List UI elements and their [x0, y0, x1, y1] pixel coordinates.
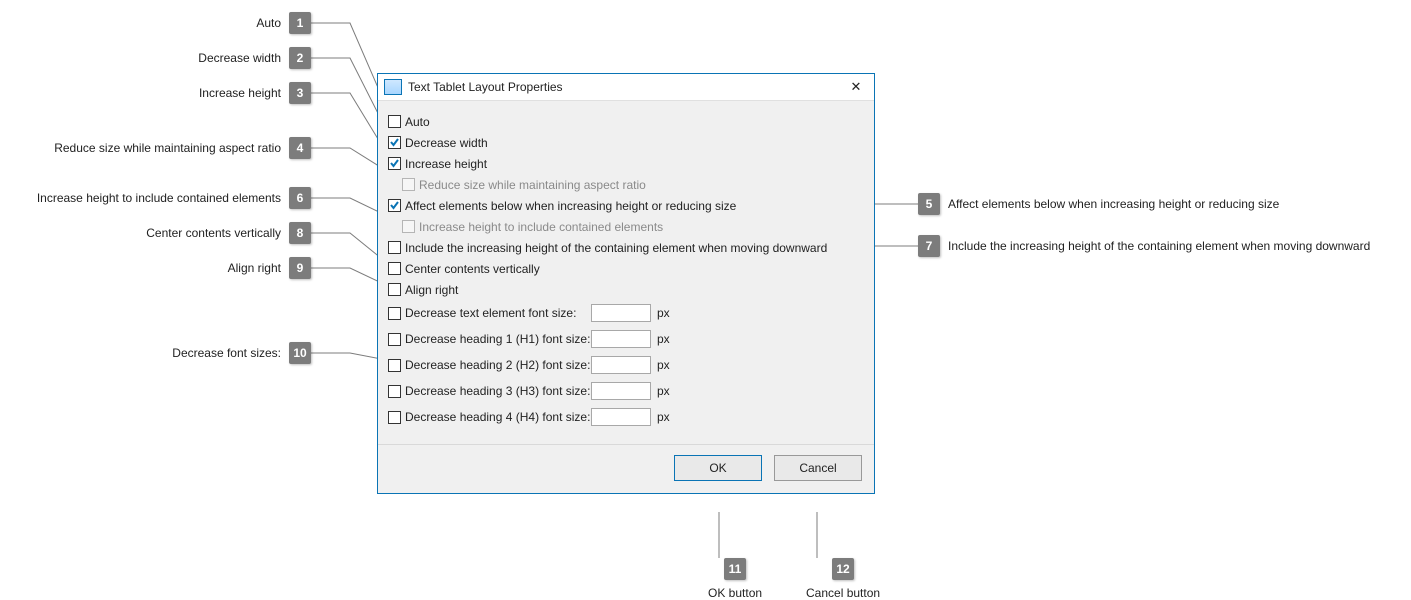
cancel-button[interactable]: Cancel — [774, 455, 862, 481]
option-reduce-aspect: Reduce size while maintaining aspect rat… — [388, 174, 864, 195]
callout-label: Center contents vertically — [146, 226, 281, 240]
close-icon[interactable]: ✕ — [844, 79, 868, 95]
callout-badge: 11 — [724, 558, 746, 580]
font-label: Decrease heading 4 (H4) font size: — [405, 410, 591, 424]
checkbox-icon[interactable] — [388, 241, 401, 254]
checkbox-icon[interactable] — [388, 307, 401, 320]
callout-11: 11 OK button — [708, 558, 762, 600]
font-size-input[interactable] — [591, 356, 651, 374]
option-label: Increase height — [405, 157, 487, 171]
unit-label: px — [657, 358, 670, 372]
option-label: Auto — [405, 115, 430, 129]
font-label: Decrease heading 3 (H3) font size: — [405, 384, 591, 398]
ok-button[interactable]: OK — [674, 455, 762, 481]
callout-label: Decrease width — [198, 51, 281, 65]
checkbox-icon[interactable] — [388, 283, 401, 296]
unit-label: px — [657, 332, 670, 346]
callout-label: OK button — [708, 586, 762, 600]
callout-10: Decrease font sizes: 10 — [172, 342, 311, 364]
font-label: Decrease heading 1 (H1) font size: — [405, 332, 591, 346]
callout-7: 7 Include the increasing height of the c… — [918, 235, 1370, 257]
option-affect-below[interactable]: Affect elements below when increasing he… — [388, 195, 864, 216]
callout-label: Cancel button — [806, 586, 880, 600]
option-decrease-width[interactable]: Decrease width — [388, 132, 864, 153]
option-increase-height[interactable]: Increase height — [388, 153, 864, 174]
callout-5: 5 Affect elements below when increasing … — [918, 193, 1279, 215]
option-label: Decrease width — [405, 136, 488, 150]
callout-badge: 10 — [289, 342, 311, 364]
option-label: Increase height to include contained ele… — [419, 220, 663, 234]
option-auto[interactable]: Auto — [388, 111, 864, 132]
checkbox-icon[interactable] — [388, 115, 401, 128]
app-icon — [384, 79, 402, 95]
callout-2: Decrease width 2 — [198, 47, 311, 69]
callout-badge: 8 — [289, 222, 311, 244]
callout-8: Center contents vertically 8 — [146, 222, 311, 244]
callout-badge: 5 — [918, 193, 940, 215]
checkbox-icon[interactable] — [388, 333, 401, 346]
font-size-input[interactable] — [591, 382, 651, 400]
title-bar[interactable]: Text Tablet Layout Properties ✕ — [378, 74, 874, 101]
checkbox-icon[interactable] — [388, 411, 401, 424]
callout-label: Decrease font sizes: — [172, 346, 281, 360]
option-center-vertically[interactable]: Center contents vertically — [388, 258, 864, 279]
dialog-window: Text Tablet Layout Properties ✕ Auto Dec… — [377, 73, 875, 494]
checkbox-icon — [402, 220, 415, 233]
font-label: Decrease heading 2 (H2) font size: — [405, 358, 591, 372]
checkbox-icon[interactable] — [388, 262, 401, 275]
callout-badge: 4 — [289, 137, 311, 159]
callout-label: Affect elements below when increasing he… — [948, 197, 1279, 211]
callout-badge: 7 — [918, 235, 940, 257]
callout-12: 12 Cancel button — [806, 558, 880, 600]
checkbox-icon[interactable] — [388, 157, 401, 170]
option-label: Include the increasing height of the con… — [405, 241, 827, 255]
option-label: Affect elements below when increasing he… — [405, 199, 736, 213]
font-h2[interactable]: Decrease heading 2 (H2) font size: px — [388, 352, 864, 378]
font-h3[interactable]: Decrease heading 3 (H3) font size: px — [388, 378, 864, 404]
dialog-client-area: Auto Decrease width Increase height Redu… — [378, 101, 874, 444]
option-align-right[interactable]: Align right — [388, 279, 864, 300]
callout-badge: 2 — [289, 47, 311, 69]
font-h1[interactable]: Decrease heading 1 (H1) font size: px — [388, 326, 864, 352]
button-label: Cancel — [799, 461, 836, 475]
font-h4[interactable]: Decrease heading 4 (H4) font size: px — [388, 404, 864, 430]
option-include-moving[interactable]: Include the increasing height of the con… — [388, 237, 864, 258]
callout-badge: 3 — [289, 82, 311, 104]
callout-badge: 12 — [832, 558, 854, 580]
font-size-input[interactable] — [591, 304, 651, 322]
callout-label: Include the increasing height of the con… — [948, 239, 1370, 253]
font-text[interactable]: Decrease text element font size: px — [388, 300, 864, 326]
option-label: Reduce size while maintaining aspect rat… — [419, 178, 646, 192]
font-size-input[interactable] — [591, 408, 651, 426]
callout-label: Increase height to include contained ele… — [37, 191, 281, 205]
checkbox-icon[interactable] — [388, 136, 401, 149]
callout-badge: 1 — [289, 12, 311, 34]
callout-label: Align right — [228, 261, 281, 275]
callout-9: Align right 9 — [228, 257, 311, 279]
font-size-input[interactable] — [591, 330, 651, 348]
option-label: Center contents vertically — [405, 262, 540, 276]
checkbox-icon — [402, 178, 415, 191]
checkbox-icon[interactable] — [388, 359, 401, 372]
button-bar: OK Cancel — [378, 444, 874, 493]
checkbox-icon[interactable] — [388, 199, 401, 212]
callout-label: Reduce size while maintaining aspect rat… — [54, 141, 281, 155]
option-increase-include: Increase height to include contained ele… — [388, 216, 864, 237]
callout-1: Auto 1 — [256, 12, 311, 34]
callout-6: Increase height to include contained ele… — [37, 187, 311, 209]
callout-3: Increase height 3 — [199, 82, 311, 104]
unit-label: px — [657, 410, 670, 424]
callout-label: Increase height — [199, 86, 281, 100]
callout-4: Reduce size while maintaining aspect rat… — [54, 137, 311, 159]
callout-label: Auto — [256, 16, 281, 30]
font-label: Decrease text element font size: — [405, 306, 591, 320]
option-label: Align right — [405, 283, 458, 297]
checkbox-icon[interactable] — [388, 385, 401, 398]
unit-label: px — [657, 384, 670, 398]
dialog-title: Text Tablet Layout Properties — [408, 80, 844, 94]
callout-badge: 6 — [289, 187, 311, 209]
button-label: OK — [709, 461, 726, 475]
unit-label: px — [657, 306, 670, 320]
callout-badge: 9 — [289, 257, 311, 279]
